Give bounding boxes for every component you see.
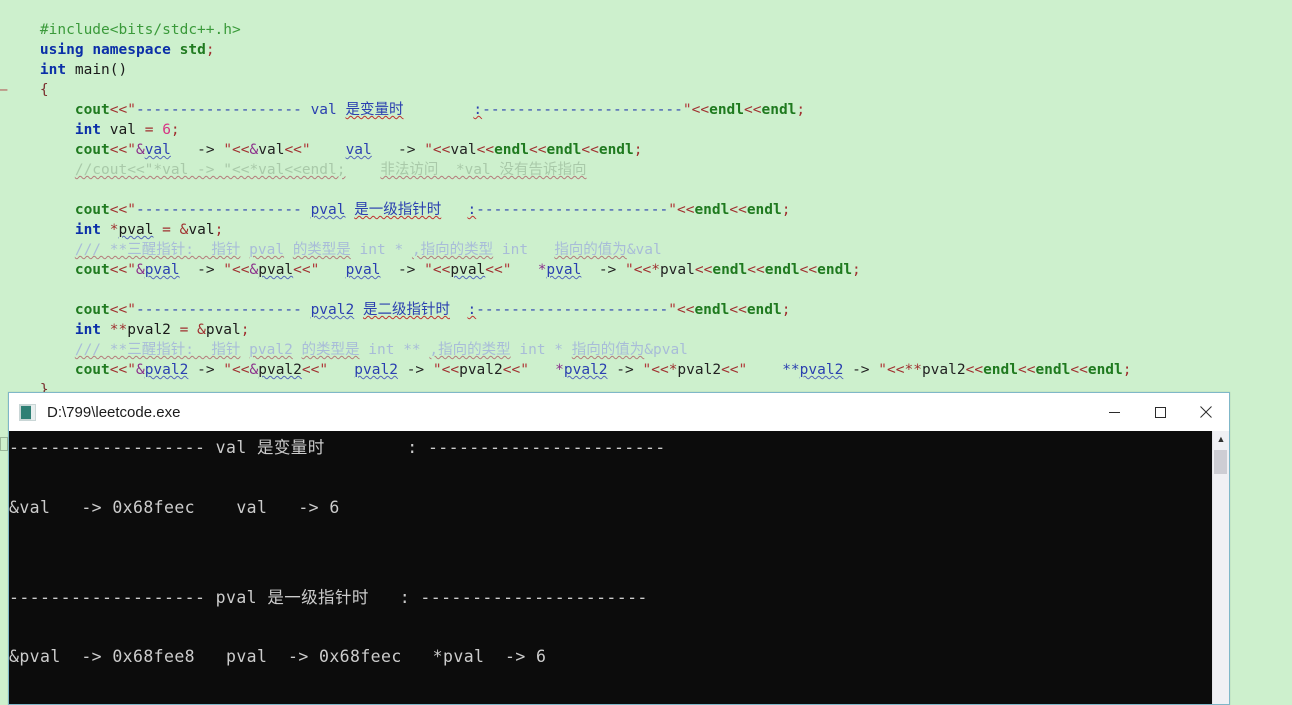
code-editor-pane[interactable]: #include<bits/stdc++.h> using namespace … <box>0 0 1292 392</box>
code-line[interactable]: int main() <box>0 40 1292 78</box>
code-line[interactable]: } <box>0 360 1292 392</box>
code-line[interactable]: cout<<"&val -> "<<&val<<" val -> "<<val<… <box>0 120 1292 158</box>
code-line[interactable]: int val = 6; <box>0 100 1292 138</box>
console-vertical-scrollbar[interactable]: ▲ <box>1212 431 1229 704</box>
editor-edge-glyph <box>0 437 8 451</box>
brace-close: } <box>39 382 49 392</box>
editor-right-edge <box>1230 392 1292 705</box>
code-line[interactable]: cout<<"&pval2 -> "<<&pval2<<" pval2 -> "… <box>0 340 1292 378</box>
console-output-area[interactable]: ------------------- val 是变量时 : ---------… <box>9 431 1229 704</box>
console-app-icon <box>19 403 36 421</box>
code-line[interactable]: using namespace std; <box>0 20 1292 58</box>
console-output-text: ------------------- val 是变量时 : ---------… <box>9 438 666 667</box>
console-titlebar[interactable]: D:\799\leetcode.exe <box>9 393 1229 431</box>
code-line-empty[interactable] <box>0 260 1292 280</box>
close-button[interactable] <box>1183 393 1229 431</box>
code-line-empty[interactable] <box>0 160 1292 180</box>
code-line[interactable]: int *pval = &val; <box>0 200 1292 238</box>
code-line[interactable]: /// **三醒指针: 指针 pval 的类型是 int * ,指向的类型 in… <box>0 220 1292 258</box>
console-window[interactable]: D:\799\leetcode.exe ------------------- … <box>8 392 1230 705</box>
window-controls[interactable] <box>1091 393 1229 431</box>
code-line[interactable]: cout<<"&pval -> "<<&pval<<" pval -> "<<p… <box>0 240 1292 278</box>
code-line[interactable]: /// **三醒指针: 指针 pval2 的类型是 int ** ,指向的类型 … <box>0 320 1292 358</box>
code-line[interactable]: cout<<"------------------- pval2 是二级指针时 … <box>0 280 1292 318</box>
code-line[interactable]: #include<bits/stdc++.h> <box>0 0 1292 38</box>
scroll-thumb[interactable] <box>1214 450 1227 474</box>
scroll-up-arrow-icon[interactable]: ▲ <box>1213 431 1229 448</box>
code-line[interactable]: //cout<<"*val -> "<<*val<<endl; 非法访问 *va… <box>0 140 1292 178</box>
minimize-button[interactable] <box>1091 393 1137 431</box>
code-line[interactable]: int **pval2 = &pval; <box>0 300 1292 338</box>
code-line[interactable]: cout<<"------------------- pval 是一级指针时 :… <box>0 180 1292 218</box>
code-line[interactable]: cout<<"------------------- val 是变量时 :---… <box>0 80 1292 118</box>
maximize-button[interactable] <box>1137 393 1183 431</box>
console-window-title: D:\799\leetcode.exe <box>47 403 181 421</box>
code-line[interactable]: ─{ <box>0 60 1292 98</box>
